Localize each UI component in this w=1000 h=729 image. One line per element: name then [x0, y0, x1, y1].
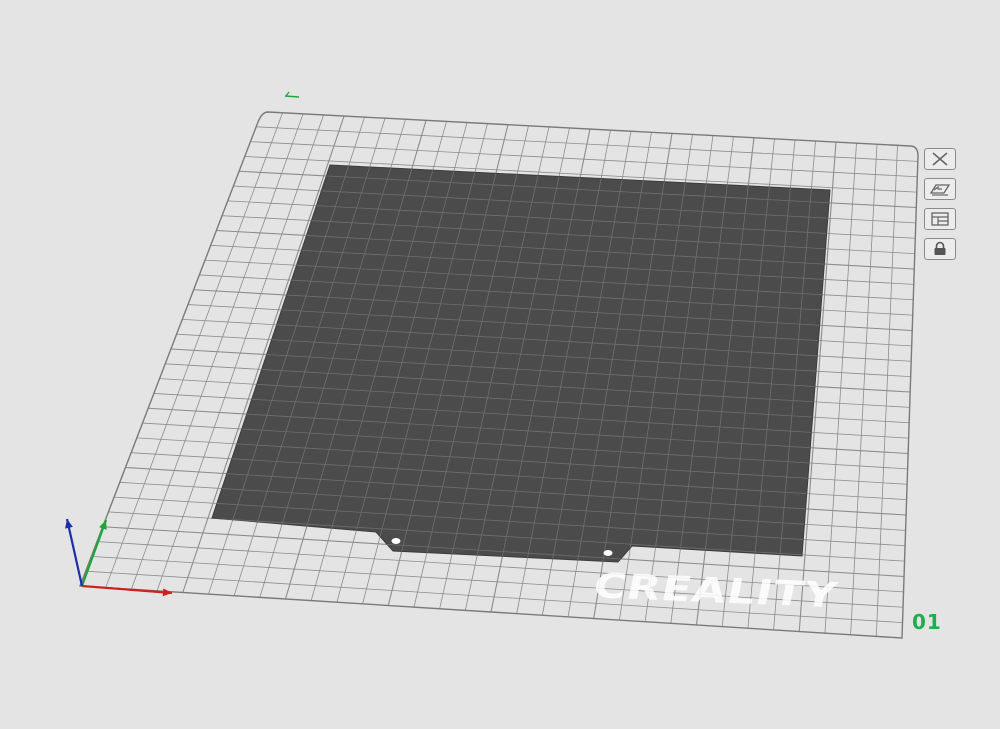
sheet-surface: [211, 164, 831, 563]
arrange-plate-button[interactable]: [924, 208, 956, 230]
plate-index-label: 01: [912, 610, 942, 634]
pick-plate-icon: [929, 184, 951, 196]
y-axis-arrow-head: [99, 520, 107, 530]
y-axis-arrow: [80, 519, 108, 587]
close-icon: [932, 152, 948, 166]
3d-viewport[interactable]: [0, 0, 1000, 729]
z-axis-arrow: [65, 518, 84, 587]
origin-tick: [284, 91, 300, 98]
lock-plate-button[interactable]: [924, 238, 956, 260]
x-axis-arrow-head: [162, 588, 172, 597]
plate-origin-marker: [284, 91, 300, 98]
plate-toolbar: [924, 148, 956, 260]
lock-icon: [934, 241, 946, 255]
pick-plate-button[interactable]: [924, 178, 956, 200]
sheet-hole: [391, 538, 401, 544]
sheet-hole: [603, 550, 613, 556]
arrange-icon: [931, 212, 949, 226]
bed-grid-line: [824, 142, 857, 634]
close-plate-button[interactable]: [924, 148, 956, 170]
